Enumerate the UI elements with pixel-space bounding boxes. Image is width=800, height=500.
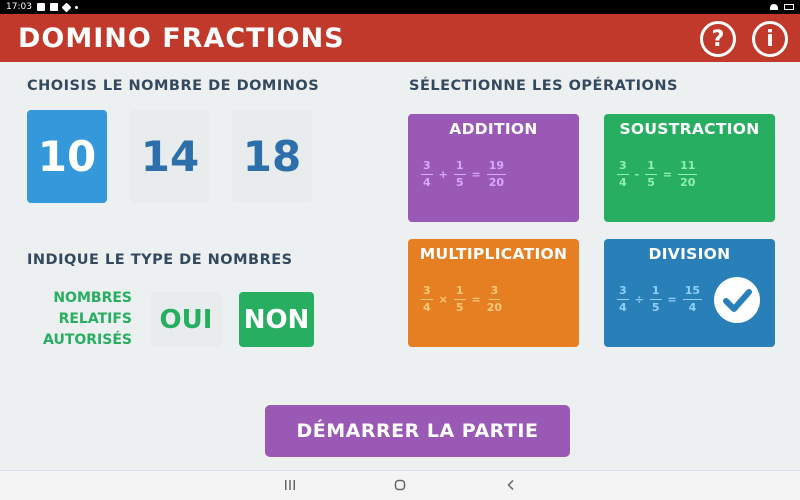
- example-formula: 34 ÷ 15 = 15 4: [617, 284, 703, 314]
- status-bar: 17:03: [0, 0, 800, 14]
- wrench-notification-icon: [61, 2, 72, 12]
- domino-count-label: 10: [37, 132, 97, 181]
- image-notification-icon: [36, 3, 45, 11]
- domino-count-10-button[interactable]: 10: [27, 110, 107, 203]
- operation-title: DIVISION: [648, 245, 731, 263]
- domino-count-label: 18: [242, 132, 302, 181]
- home-icon[interactable]: [394, 479, 406, 494]
- back-icon[interactable]: [505, 479, 517, 494]
- domino-count-label: 14: [140, 132, 200, 181]
- relative-yes-button[interactable]: OUI: [150, 292, 222, 347]
- app-header: DOMINO FRACTIONS ? i: [0, 14, 800, 62]
- battery-icon: [784, 4, 794, 10]
- relative-label-line: NOMBRES: [53, 290, 132, 306]
- system-navigation-bar: [0, 470, 800, 500]
- relative-no-button[interactable]: NON: [239, 292, 314, 347]
- yes-label: OUI: [159, 304, 213, 335]
- relative-label-line: AUTORISÉS: [43, 332, 132, 348]
- recent-apps-icon[interactable]: [284, 479, 296, 494]
- example-formula: 34 + 15 = 19 20: [421, 159, 507, 189]
- example-formula: 34 × 15 = 3 20: [421, 284, 503, 314]
- operation-division-card[interactable]: DIVISION 34 ÷ 15 = 15 4: [604, 239, 775, 347]
- start-game-label: DÉMARRER LA PARTIE: [296, 420, 539, 442]
- domino-count-title: CHOISIS LE NOMBRE DE DOMINOS: [27, 78, 320, 94]
- app-title: DOMINO FRACTIONS: [18, 22, 345, 54]
- example-formula: 34 - 15 = 11 20: [617, 159, 698, 189]
- help-icon: ?: [711, 26, 725, 52]
- relative-label-line: RELATIFS: [58, 311, 132, 327]
- number-type-title: INDIQUE LE TYPE DE NOMBRES: [27, 252, 293, 268]
- gallery-notification-icon: [49, 3, 58, 11]
- help-button[interactable]: ?: [700, 21, 736, 57]
- operation-addition-card[interactable]: ADDITION 34 + 15 = 19 20: [408, 114, 579, 222]
- relative-numbers-label: NOMBRES RELATIFS AUTORISÉS: [22, 288, 132, 351]
- operation-multiplication-card[interactable]: MULTIPLICATION 34 × 15 = 3 20: [408, 239, 579, 347]
- info-icon: i: [766, 26, 774, 52]
- status-time: 17:03: [6, 2, 32, 12]
- more-notifications-icon: [74, 5, 78, 9]
- operations-title: SÉLECTIONNE LES OPÉRATIONS: [409, 78, 678, 94]
- domino-count-14-button[interactable]: 14: [130, 110, 210, 203]
- start-game-button[interactable]: DÉMARRER LA PARTIE: [265, 405, 570, 457]
- info-button[interactable]: i: [752, 21, 788, 57]
- domino-count-18-button[interactable]: 18: [232, 110, 312, 203]
- no-label: NON: [243, 304, 310, 335]
- operation-subtraction-card[interactable]: SOUSTRACTION 34 - 15 = 11 20: [604, 114, 775, 222]
- wifi-icon: [770, 4, 778, 10]
- selected-check-icon: [714, 277, 760, 323]
- operation-title: MULTIPLICATION: [419, 245, 568, 263]
- operation-title: SOUSTRACTION: [619, 120, 760, 138]
- operation-title: ADDITION: [449, 120, 538, 138]
